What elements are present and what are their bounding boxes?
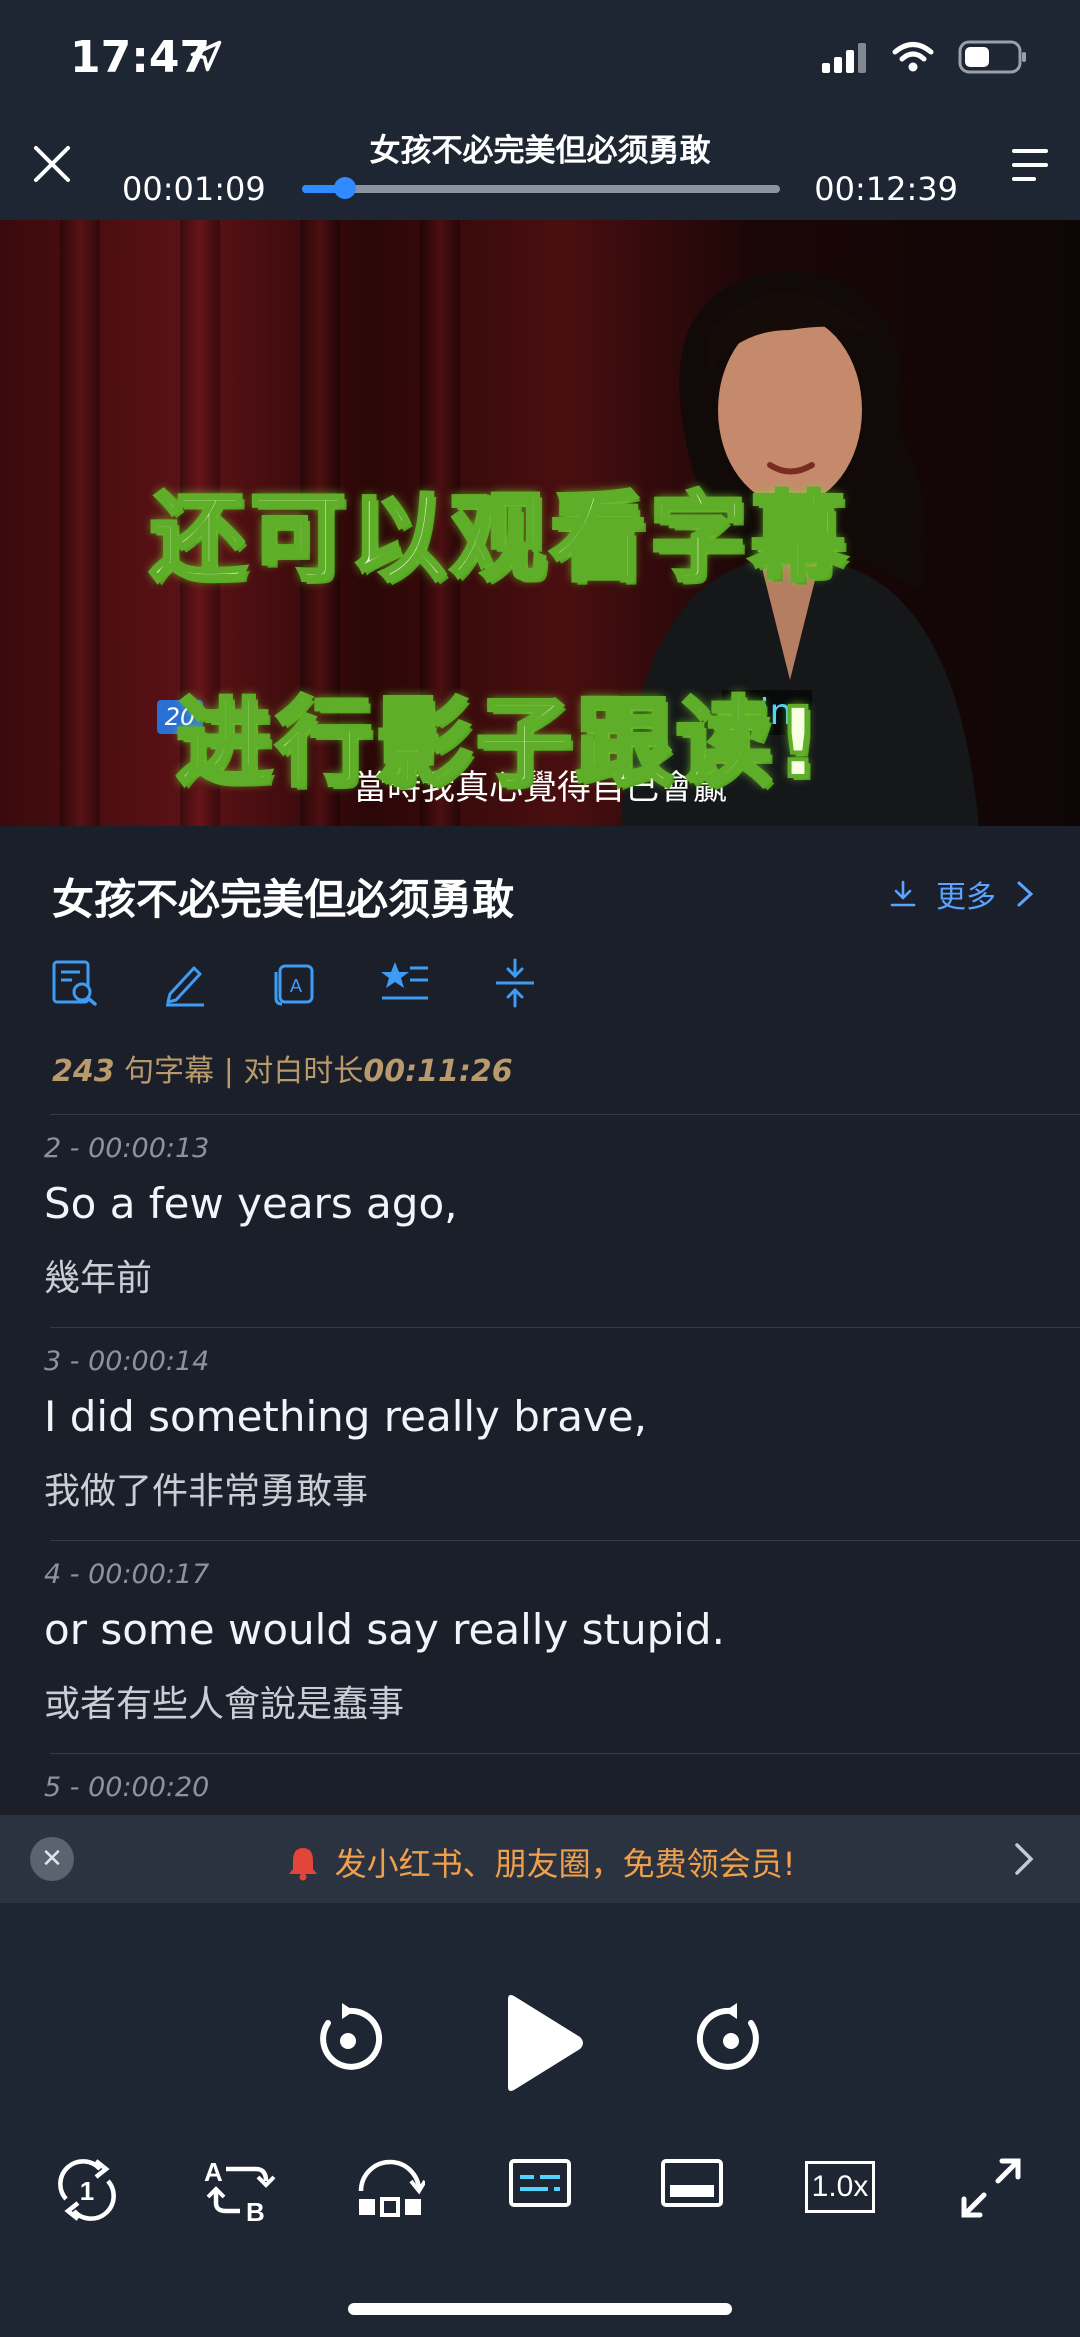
cellular-signal-icon	[822, 43, 866, 73]
subtitle-english-line[interactable]: I did something really brave,	[44, 1392, 647, 1441]
subtitle-chinese-line: 我做了件非常勇敢事	[44, 1471, 369, 1512]
menu-icon[interactable]	[1008, 145, 1052, 185]
promo-overlay-line2: 进行影子跟读!	[174, 685, 824, 801]
subtitle-meta: 3 - 00:00:14	[44, 1346, 210, 1377]
subtitle-meta: 4 - 00:00:17	[44, 1559, 210, 1590]
search-subtitles-icon[interactable]	[50, 958, 100, 1008]
battery-icon	[958, 40, 1026, 74]
ab-repeat-icon[interactable]: A B	[200, 2155, 276, 2225]
video-title: 女孩不必完美但必须勇敢	[369, 133, 711, 169]
subtitle-chinese-line: 或者有些人會說是蠢事	[44, 1684, 405, 1725]
progress-knob[interactable]	[334, 177, 357, 199]
bell-icon	[288, 1848, 317, 1881]
status-bar: 17:47	[0, 0, 1080, 115]
speed-button[interactable]: 1.0x	[805, 2161, 875, 2213]
favorites-list-icon[interactable]	[380, 958, 430, 1008]
home-indicator[interactable]	[348, 2303, 732, 2315]
word-card-icon[interactable]: A	[270, 958, 320, 1008]
fullscreen-icon[interactable]	[958, 2155, 1024, 2221]
sentence-label: 句字幕	[124, 1054, 215, 1089]
list-item[interactable]: 3 - 00:00:14 I did something really brav…	[44, 1327, 1080, 1540]
player-header: 女孩不必完美但必须勇敢 00:01:09 00:12:39	[0, 115, 1080, 220]
play-icon[interactable]	[500, 1993, 586, 2093]
ab-label-b: B	[246, 2197, 265, 2225]
playback-controls: 1 A B 1.0x	[0, 1903, 1080, 2337]
progress-bar[interactable]	[302, 185, 780, 193]
promo-banner[interactable]: ✕ 发小红书、朋友圈，免费领会员!	[0, 1815, 1080, 1903]
rewind-icon[interactable]	[312, 2003, 384, 2075]
collapse-vertical-icon[interactable]	[490, 958, 540, 1008]
subtitle-toggle-icon[interactable]	[508, 2155, 572, 2211]
total-duration: 00:12:39	[814, 170, 958, 208]
info-title: 女孩不必完美但必须勇敢	[52, 875, 515, 924]
bottom-subtitle-icon[interactable]	[660, 2155, 724, 2211]
dialog-label: 对白时长	[243, 1054, 364, 1089]
wifi-icon	[892, 42, 934, 72]
subtitle-chinese-line: 幾年前	[44, 1258, 153, 1299]
loop-count: 1	[80, 2176, 94, 2206]
dialog-duration: 00:11:26	[363, 1054, 513, 1089]
subtitle-stats: 243 句字幕 | 对白时长00:11:26	[52, 1046, 513, 1090]
list-item[interactable]: 5 - 00:00:20	[44, 1753, 1080, 1814]
subtitle-english-line[interactable]: or some would say really stupid.	[44, 1605, 725, 1654]
subtitle-meta: 2 - 00:00:13	[44, 1133, 210, 1164]
chevron-right-icon	[1017, 881, 1034, 907]
ab-label-a: A	[204, 2157, 223, 2187]
elapsed-time: 00:01:09	[122, 170, 266, 208]
subtitle-meta: 5 - 00:00:20	[44, 1772, 210, 1803]
sentence-mode-icon[interactable]	[355, 2155, 425, 2225]
location-arrow-icon	[190, 40, 222, 72]
bottom-toolbar: 1 A B 1.0x	[0, 2155, 1080, 2235]
list-item[interactable]: 4 - 00:00:17 or some would say really st…	[44, 1540, 1080, 1753]
stats-separator: |	[223, 1054, 234, 1089]
chevron-right-icon[interactable]	[1012, 1839, 1036, 1879]
subtitle-english-line[interactable]: So a few years ago,	[44, 1179, 458, 1228]
loop-single-icon[interactable]: 1	[52, 2155, 122, 2225]
video-info: 女孩不必完美但必须勇敢 更多 A 243 句字幕 | 对白时长00:11:26	[0, 826, 1080, 1116]
more-label[interactable]: 更多	[936, 872, 996, 916]
list-item[interactable]: 2 - 00:00:13 So a few years ago, 幾年前	[44, 1114, 1080, 1327]
subtitle-list[interactable]: 2 - 00:00:13 So a few years ago, 幾年前 3 -…	[0, 1114, 1080, 1814]
edit-pencil-icon[interactable]	[160, 958, 210, 1008]
sentence-count: 243	[52, 1054, 115, 1089]
promo-overlay-line1: 还可以观看字幕	[148, 480, 850, 596]
more-button[interactable]: 更多	[888, 872, 1036, 916]
banner-text: 发小红书、朋友圈，免费领会员!	[334, 1845, 796, 1883]
download-icon[interactable]	[888, 879, 918, 909]
forward-icon[interactable]	[695, 2003, 767, 2075]
svg-text:A: A	[290, 976, 302, 996]
banner-message[interactable]: 发小红书、朋友圈，免费领会员!	[0, 1839, 1080, 1885]
video-frame[interactable]: 还可以观看字幕 20 win. 當時我真心覺得自己會贏 进行影子跟读!	[0, 220, 1080, 826]
